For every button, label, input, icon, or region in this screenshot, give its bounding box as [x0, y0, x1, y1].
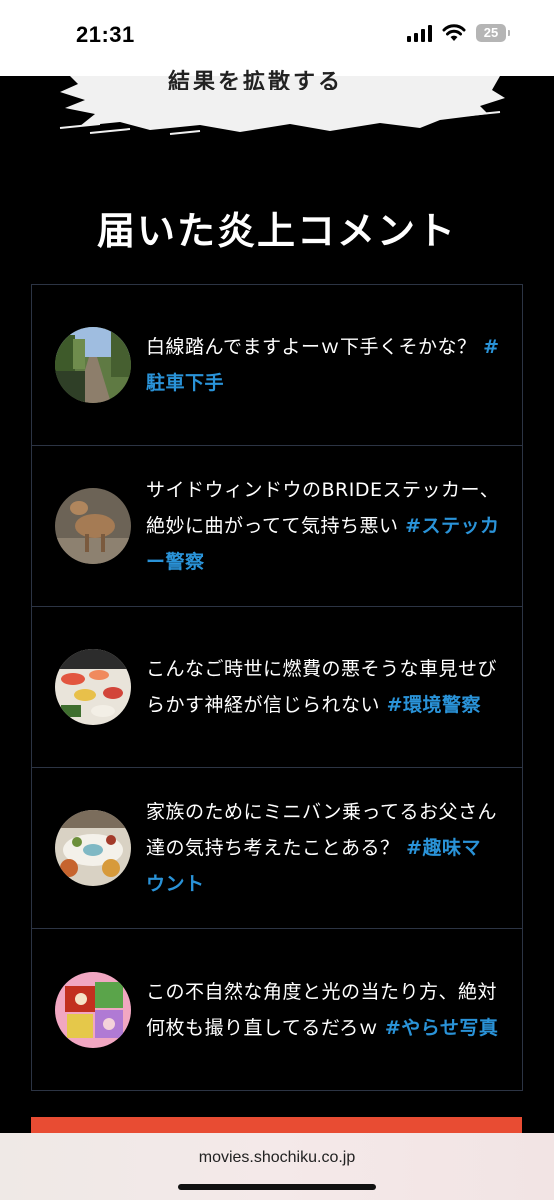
avatar: [55, 971, 131, 1048]
url-text[interactable]: movies.shochiku.co.jp: [0, 1149, 554, 1167]
avatar: [55, 810, 131, 886]
status-icons: 25: [407, 24, 510, 42]
forest-boardwalk-photo: [55, 327, 131, 403]
comment-text: サイドウィンドウのBRIDEステッカー、絶妙に曲がってて気持ち悪い #ステッカー…: [146, 472, 500, 580]
hashtag-link[interactable]: #環境警察: [387, 694, 481, 716]
comment-item: 白線踏んでますよーｗ下手くそかな？ #駐車下手: [32, 285, 522, 446]
section-title: 届いた炎上コメント: [96, 208, 457, 253]
signal-icon: [407, 24, 432, 42]
comment-item: こんなご時世に燃費の悪そうな車見せびらかす神経が信じられない #環境警察: [32, 607, 522, 768]
deer-photo: [55, 488, 131, 564]
battery-icon: 25: [476, 24, 510, 42]
comment-text: 家族のためにミニバン乗ってるお父さん達の気持ち考えたことある？ #趣味マウント: [146, 794, 500, 902]
wifi-icon: [442, 24, 466, 41]
comment-item: この不自然な角度と光の当たり方、絶対何枚も撮り直してるだろｗ #やらせ写真: [32, 929, 522, 1090]
comment-text: この不自然な角度と光の当たり方、絶対何枚も撮り直してるだろｗ #やらせ写真: [146, 974, 500, 1046]
comment-list: 白線踏んでますよーｗ下手くそかな？ #駐車下手 サイドウィンドウのBRIDEステ…: [31, 284, 523, 1091]
comment-text: こんなご時世に燃費の悪そうな車見せびらかす神経が信じられない #環境警察: [146, 651, 500, 723]
sushi-photo: [55, 649, 131, 725]
comment-item: サイドウィンドウのBRIDEステッカー、絶妙に曲がってて気持ち悪い #ステッカー…: [32, 446, 522, 607]
avatar: [55, 649, 131, 725]
comment-item: 家族のためにミニバン乗ってるお父さん達の気持ち考えたことある？ #趣味マウント: [32, 768, 522, 929]
comment-body: 白線踏んでますよーｗ下手くそかな？: [146, 336, 477, 358]
home-indicator: [178, 1184, 376, 1190]
hashtag-link[interactable]: #やらせ写真: [385, 1017, 499, 1039]
status-time: 21:31: [76, 22, 135, 47]
avatar: [55, 488, 131, 564]
avatar: [55, 327, 131, 403]
comment-text: 白線踏んでますよーｗ下手くそかな？ #駐車下手: [146, 329, 500, 401]
dining-table-photo: [55, 810, 131, 886]
bento-photo: [55, 971, 131, 1048]
browser-url-bar[interactable]: movies.shochiku.co.jp: [0, 1133, 554, 1200]
banner-text: 結果を拡散する: [168, 69, 344, 90]
